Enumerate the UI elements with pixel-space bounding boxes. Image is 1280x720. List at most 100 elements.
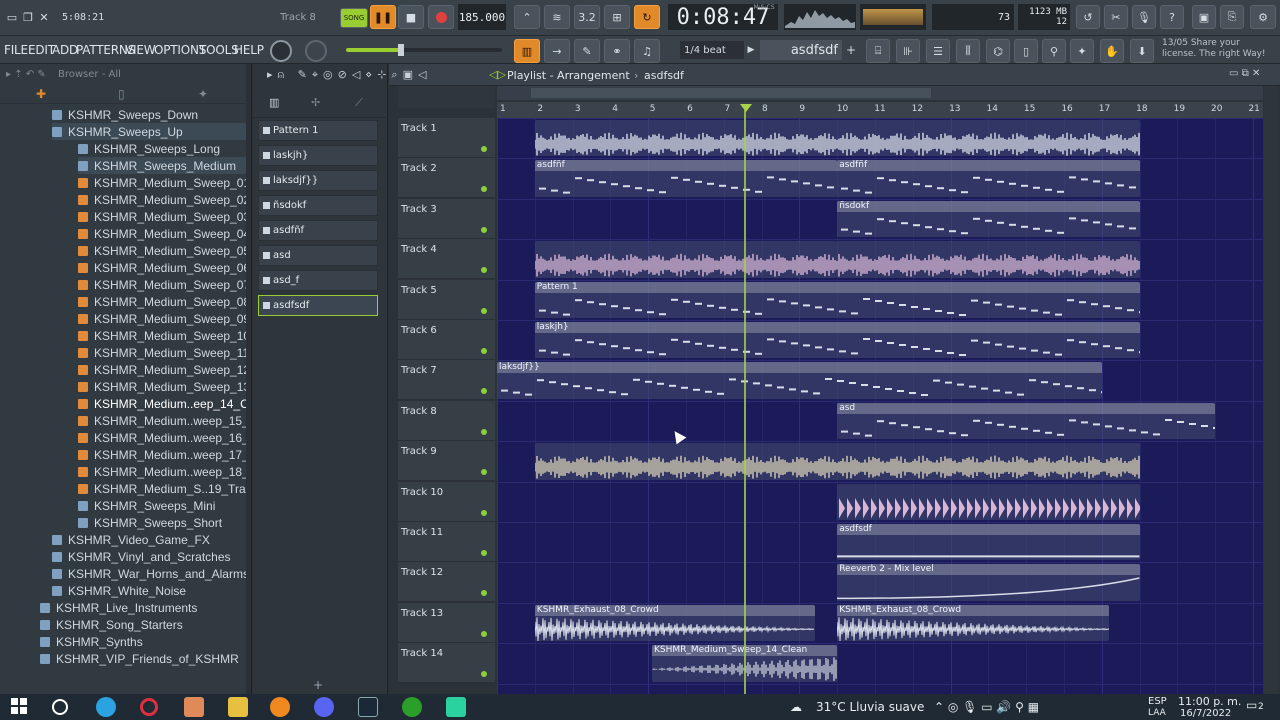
channel-rack-icon[interactable]: ⌸ [866,39,890,63]
loop-record-icon[interactable]: ↻ [634,5,660,29]
track-header[interactable]: Track 5 [398,279,495,320]
media-player-icon[interactable] [184,697,204,717]
browser-scrollbar[interactable] [246,64,251,694]
track-mute-led[interactable] [481,671,487,678]
pattern-item[interactable]: asdfsdf [258,295,378,316]
browser-item[interactable]: KSHMR_Song_Starters [40,616,248,633]
piano-roll-icon[interactable]: ⊪ [896,39,920,63]
menu-tools[interactable]: TOOLS [199,43,239,57]
menu-help[interactable]: HELP [234,43,264,57]
browser-tag-icon[interactable]: ✦ [198,87,208,101]
playlist-window-controls[interactable]: ▭ ⧉ ✕ [1229,68,1260,79]
track-header[interactable]: Track 12 [398,562,495,603]
playlist-grid[interactable]: asdfñf asdfñf ñsdokf Pattern 1 laskjh} laksdj… [497,118,1263,694]
playlist-clip[interactable]: Reeverb 2 - Mix level [837,564,1140,601]
track-header[interactable]: Track 4 [398,239,495,280]
fl-studio-taskbar-icon[interactable] [270,697,290,717]
playlist-vscroll[interactable] [1264,86,1278,694]
menu-view[interactable]: VIEW [125,43,156,57]
playlist-tool-icons[interactable]: ▸⍝ ✎⌖◎⊘◁⋄⊹⌕▣◁ [267,68,477,84]
track-mute-led[interactable] [481,186,487,193]
track-mute-led[interactable] [481,630,487,637]
pattern-selector[interactable]: asdfsdf [760,40,842,60]
track-header[interactable]: Track 13 [398,602,495,643]
undo-icon[interactable]: ↺ [1076,5,1100,29]
lang-layout[interactable]: LAA [1148,708,1166,718]
browser-item[interactable]: KSHMR_Sweeps_Mini [78,497,248,514]
weather-cloud-icon[interactable]: ☁ [790,700,802,714]
playlist-clip[interactable]: asdfñf [534,160,838,197]
snap-select[interactable]: 1/4 beat [680,41,744,59]
close-icon[interactable]: ✕ [36,5,52,29]
track-header[interactable]: Track 10 [398,481,495,522]
playlist-clip[interactable]: asdfsdf [837,524,1140,561]
mixer-icon[interactable]: ⫼ [956,39,980,63]
wizard-icon[interactable]: ✦ [1070,39,1094,63]
track-header[interactable]: Track 14 [398,643,495,684]
browser-item[interactable]: KSHMR_Medium_Sweep_02 [78,191,250,208]
browser-nav-icons[interactable]: ▸ ⇡ ↶ ✎ [6,69,46,80]
help-icon[interactable]: ? [1160,5,1184,29]
picker-pattern-icon[interactable]: ▥ [269,96,279,109]
clock-time[interactable]: 11:00 p. m. [1178,695,1241,708]
track-header[interactable]: Track 6 [398,320,495,360]
browser-item[interactable]: KSHMR_Medium..weep_15_Scary [78,412,251,429]
browser-item[interactable]: KSHMR_Medium_Sweep_10 [78,327,250,344]
browser-item[interactable]: KSHMR_Vinyl_and_Scratches [52,548,248,565]
opera-icon[interactable] [140,698,158,716]
browser-item[interactable]: KSHMR_Medium..weep_16_Scary [78,429,251,446]
steam-icon[interactable] [358,697,378,717]
export-icon[interactable]: ⎘ [1220,5,1244,29]
playlist-clip[interactable] [837,241,1140,278]
overview-window[interactable] [531,88,931,98]
browser-item[interactable]: KSHMR_Medium_Sweep_13 [78,378,250,395]
track-mute-led[interactable] [481,267,487,274]
playlist-clip[interactable]: ñsdokf [837,200,1140,238]
browser-item[interactable]: KSHMR_Sweeps_Long [78,140,248,157]
browser-item[interactable]: KSHMR_Video_Game_FX [52,531,248,548]
draw-icon[interactable]: ✎ [574,39,600,63]
play-arrow-icon[interactable]: ▶ [744,41,758,59]
pattern-item[interactable]: asd [258,245,378,266]
record-button[interactable] [428,5,454,29]
stop-button[interactable]: ■ [398,5,424,29]
pattern-item[interactable]: asdfñf [258,220,378,241]
file-icon[interactable]: ▯ [1014,39,1038,63]
pattern-item[interactable]: ñsdokf [258,195,378,216]
browser-item[interactable]: KSHMR_Medium_S..19_Transition [78,480,251,497]
picker-automation-icon[interactable]: ⟋ [355,96,363,110]
browser-item[interactable]: KSHMR_Sweeps_Medium [78,157,248,174]
track-header[interactable]: Track 1 [398,118,495,158]
download-icon[interactable]: ⬇ [1130,39,1154,63]
weather-text[interactable]: 31°C Lluvia suave [816,700,924,714]
master-slider-track[interactable] [346,44,502,56]
picker-add-icon[interactable]: + [313,678,323,692]
audio-settings-icon[interactable]: ⚙ [1250,5,1276,29]
metronome-icon[interactable]: ⌃ [514,5,540,29]
restore-icon[interactable]: ❐ [20,5,36,29]
link-icon[interactable]: ⚭ [604,39,630,63]
track-mute-led[interactable] [481,146,487,152]
telegram-icon[interactable] [96,697,116,717]
playlist-clip[interactable]: KSHMR_Exhaust_08_Crowd [837,604,1110,642]
tray-icons[interactable]: ⌃ ◎ 🎙 ▭ 🔊 ⚲ ▦ [934,700,1039,714]
lang-code[interactable]: ESP [1148,696,1167,707]
browser-item[interactable]: KSHMR_Synths [40,633,248,650]
wait-input-icon[interactable]: ≋ [544,5,570,29]
track-mute-led[interactable] [481,307,487,314]
browser-item[interactable]: KSHMR_Medium..weep_18_Scary [78,463,251,480]
browser-item[interactable]: KSHMR_Medium_Sweep_12 [78,361,250,378]
discord-icon[interactable] [314,697,334,717]
browser-item[interactable]: KSHMR_Medium_Sweep_09 [78,310,250,327]
browser-item[interactable]: KSHMR_Medium_Sweep_04 [78,225,250,242]
track-mute-led[interactable] [481,348,487,354]
track-mute-led[interactable] [481,428,487,435]
pattern-item[interactable]: Pattern 1 [258,120,378,141]
playlist-clip[interactable]: Pattern 1 [534,281,1140,318]
browser-item[interactable]: KSHMR_White_Noise [52,582,248,599]
timeline-ruler[interactable]: 1 2 3 4 5 6 7 8 9 10 11 12 13 14 15 16 17 18 19 20 21 [497,102,1263,118]
master-volume-knob[interactable] [305,40,327,62]
pause-button[interactable]: ❚❚ [370,5,396,29]
menu-add[interactable]: ADD [52,43,78,57]
browser-item[interactable]: KSHMR_Sweeps_Up [52,123,248,140]
